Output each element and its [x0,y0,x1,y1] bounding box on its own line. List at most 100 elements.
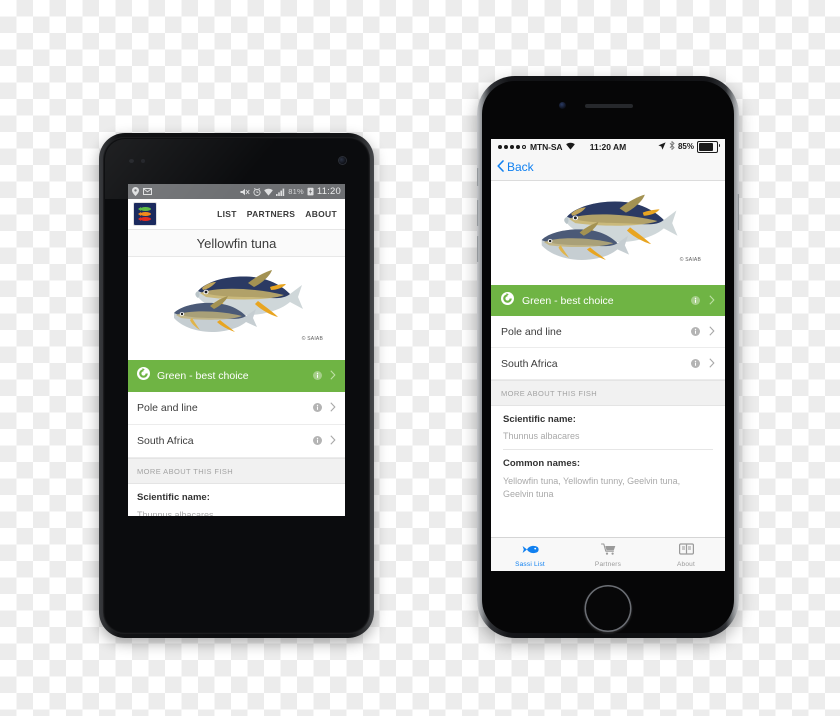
ios-status-bar: MTN-SA 11:20 AM 85% [491,139,725,154]
wifi-icon [566,142,576,152]
row-fishing-method[interactable]: Pole and line [128,392,345,425]
location-arrow-icon [658,141,666,152]
detail-value: Thunnus albacares [137,510,214,516]
detail-key: Common names: [503,458,581,469]
location-pin-icon [132,187,139,196]
mail-icon [143,188,152,195]
android-clock: 11:20 [316,186,341,197]
android-proximity-sensor [129,159,134,163]
chevron-right-icon[interactable] [709,292,715,310]
battery-icon [697,140,720,153]
detail-key: Scientific name: [137,492,210,503]
ios-battery-percent: 85% [677,142,694,151]
iphone-front-camera [559,102,566,109]
signal-dots-icon [498,144,526,149]
iphone-home-button[interactable] [584,585,632,632]
iphone-screen: MTN-SA 11:20 AM 85% Back © SAIAB Green -… [491,139,725,571]
row-label: Green - best choice [522,294,614,307]
iphone-volume-down-button[interactable] [477,236,479,262]
detail-common-names: Common names: Yellowfin tuna, Yellowfin … [491,450,725,510]
tab-label: About [677,560,695,568]
detail-value: Thunnus albacares [503,431,580,441]
charging-bolt-icon [307,187,314,196]
info-icon[interactable] [313,367,322,385]
page-title-text: Yellowfin tuna [196,235,277,251]
logo-fish-green [137,207,153,211]
row-origin[interactable]: South Africa [128,425,345,458]
back-button[interactable]: Back [497,159,534,175]
signal-icon [276,188,285,196]
ios-carrier-name: MTN-SA [530,141,563,152]
nav-link-about[interactable]: ABOUT [305,209,337,219]
android-screen: 81% 11:20 LIST PARTNERS ABOUT Yellowfin … [128,184,345,516]
bluetooth-icon [669,140,675,152]
nav-link-list[interactable]: LIST [217,209,237,219]
tab-label: Partners [594,560,622,568]
row-label: Pole and line [501,325,562,338]
info-icon[interactable] [313,399,322,417]
fish-icon [522,542,539,560]
logo-fish-red [137,217,153,221]
chevron-right-icon[interactable] [330,432,336,450]
android-status-bar: 81% 11:20 [128,184,345,199]
row-label: Pole and line [137,402,198,414]
section-header-more-about: MORE ABOUT THIS FISH [128,458,345,484]
image-credit: © SAIAB [679,257,701,263]
row-rating-green[interactable]: Green - best choice [491,285,725,316]
iphone-device: MTN-SA 11:20 AM 85% Back © SAIAB Green -… [477,76,739,638]
sassi-logo[interactable] [134,203,156,225]
chevron-right-icon[interactable] [709,323,715,341]
detail-scientific-name: Scientific name: Thunnus albacares [491,406,725,449]
row-origin[interactable]: South Africa [491,348,725,380]
row-rating-green[interactable]: Green - best choice [128,360,345,392]
info-icon[interactable] [313,432,322,450]
nav-link-partners[interactable]: PARTNERS [247,209,296,219]
tab-about[interactable]: About [647,538,725,571]
chevron-right-icon[interactable] [709,355,715,373]
ios-fish-image-pane: © SAIAB [491,181,725,285]
android-fish-image-pane: © SAIAB [128,257,345,360]
logo-fish-orange [137,212,153,216]
info-icon[interactable] [691,292,700,310]
shopping-cart-icon [600,542,616,560]
iphone-volume-up-button[interactable] [477,200,479,226]
wifi-icon [264,188,274,196]
android-list: Green - best choice Pole and line South … [128,360,345,516]
info-icon[interactable] [691,323,700,341]
tab-sassi-list[interactable]: Sassi List [491,538,569,571]
image-credit: © SAIAB [301,336,323,342]
detail-scientific-name: Scientific name: Thunnus albacares [128,484,345,516]
chevron-right-icon[interactable] [330,399,336,417]
alarm-icon [253,187,261,196]
recycle-icon [137,367,150,385]
ios-tab-bar: Sassi List Partners About [491,537,725,571]
back-button-label: Back [507,160,534,174]
android-front-camera [339,157,346,164]
detail-key: Scientific name: [503,414,576,425]
section-header-more-about: MORE ABOUT THIS FISH [491,380,725,406]
row-fishing-method[interactable]: Pole and line [491,316,725,348]
ios-nav-bar: Back [491,154,725,181]
iphone-power-button[interactable] [737,194,739,230]
tab-partners[interactable]: Partners [569,538,647,571]
section-header-label: MORE ABOUT THIS FISH [137,466,234,476]
row-label: South Africa [137,435,194,447]
android-light-sensor [141,159,145,163]
detail-value: Yellowfin tuna, Yellowfin tunny, Geelvin… [503,476,681,500]
recycle-icon [501,291,514,310]
book-icon [678,542,694,560]
chevron-left-icon [497,159,504,175]
section-header-label: MORE ABOUT THIS FISH [501,388,598,398]
yellowfin-tuna-illustration [541,194,678,260]
row-label: Green - best choice [157,370,249,382]
chevron-right-icon[interactable] [330,367,336,385]
yellowfin-tuna-illustration [173,270,303,332]
info-icon[interactable] [691,355,700,373]
row-label: South Africa [501,357,558,370]
android-battery-percent: 81% [288,187,304,196]
iphone-mute-switch[interactable] [477,168,479,186]
android-page-title: Yellowfin tuna [128,230,345,257]
ios-list: Green - best choice Pole and line South … [491,285,725,510]
android-phone-device: 81% 11:20 LIST PARTNERS ABOUT Yellowfin … [99,133,374,638]
mute-icon [240,188,250,196]
